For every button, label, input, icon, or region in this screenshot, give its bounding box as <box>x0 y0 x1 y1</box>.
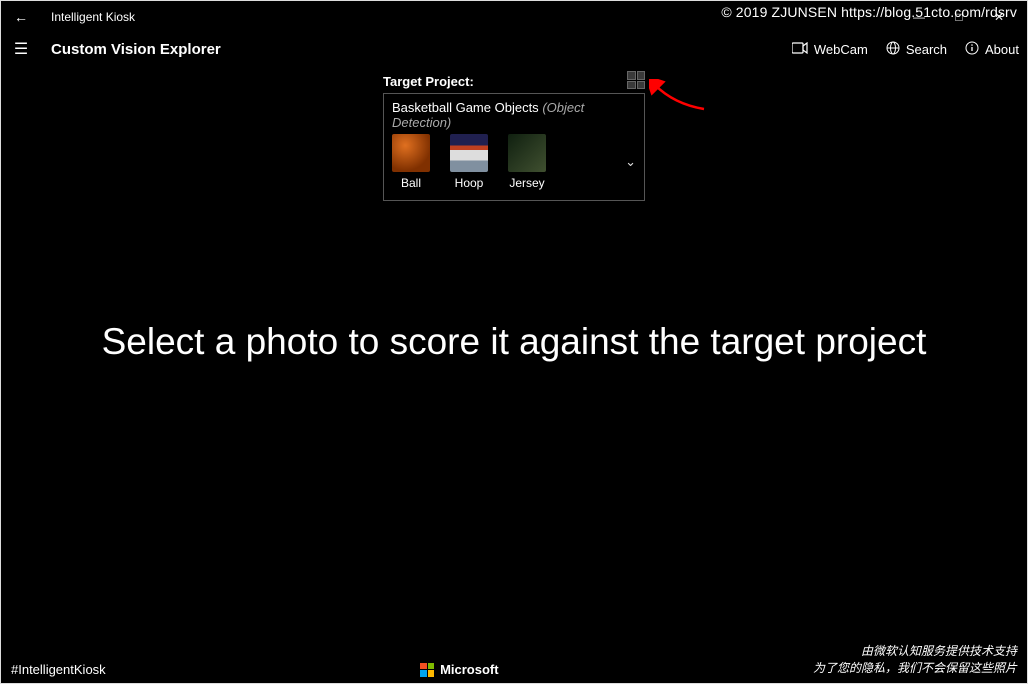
ball-thumbnail <box>392 134 430 172</box>
microsoft-logo: Microsoft <box>420 662 499 677</box>
annotation-arrow <box>649 79 709 119</box>
footer: #IntelligentKiosk Microsoft 由微软认知服务提供技术支… <box>1 643 1027 677</box>
disclaimer-text: 由微软认知服务提供技术支持 为了您的隐私，我们不会保留这些照片 <box>813 643 1017 677</box>
about-label: About <box>985 42 1019 57</box>
close-button[interactable]: ✕ <box>979 10 1019 24</box>
jersey-thumbnail <box>508 134 546 172</box>
microsoft-squares-icon <box>420 663 434 677</box>
hoop-thumbnail <box>450 134 488 172</box>
minimize-button[interactable]: — <box>899 10 939 24</box>
hashtag-text: #IntelligentKiosk <box>11 662 106 677</box>
page-title: Custom Vision Explorer <box>51 41 221 58</box>
camera-icon <box>792 41 808 57</box>
tag-label: Hoop <box>450 176 488 190</box>
tag-item-jersey: Jersey <box>508 134 546 190</box>
tag-label: Jersey <box>508 176 546 190</box>
window-title: Intelligent Kiosk <box>51 10 135 24</box>
about-button[interactable]: About <box>965 41 1019 58</box>
back-button[interactable]: ← <box>9 9 33 25</box>
chevron-down-icon[interactable]: ⌄ <box>625 154 636 170</box>
project-dropdown[interactable]: Basketball Game Objects (Object Detectio… <box>383 93 645 201</box>
info-icon <box>965 41 979 58</box>
page-header: ☰ Custom Vision Explorer WebCam Search A… <box>1 33 1027 65</box>
grid-icon[interactable] <box>627 71 645 89</box>
search-label: Search <box>906 42 947 57</box>
search-button[interactable]: Search <box>886 41 947 58</box>
globe-icon <box>886 41 900 58</box>
project-name: Basketball Game Objects (Object Detectio… <box>392 100 636 130</box>
webcam-label: WebCam <box>814 42 868 57</box>
tag-label: Ball <box>392 176 430 190</box>
maximize-button[interactable]: □ <box>939 10 979 24</box>
tag-item-ball: Ball <box>392 134 430 190</box>
hamburger-menu-button[interactable]: ☰ <box>9 39 33 59</box>
target-project-label: Target Project: <box>383 74 474 89</box>
main-prompt-text: Select a photo to score it against the t… <box>1 321 1027 363</box>
webcam-button[interactable]: WebCam <box>792 41 868 57</box>
tag-item-hoop: Hoop <box>450 134 488 190</box>
target-project-panel: Target Project: Basketball Game Objects … <box>383 71 645 201</box>
